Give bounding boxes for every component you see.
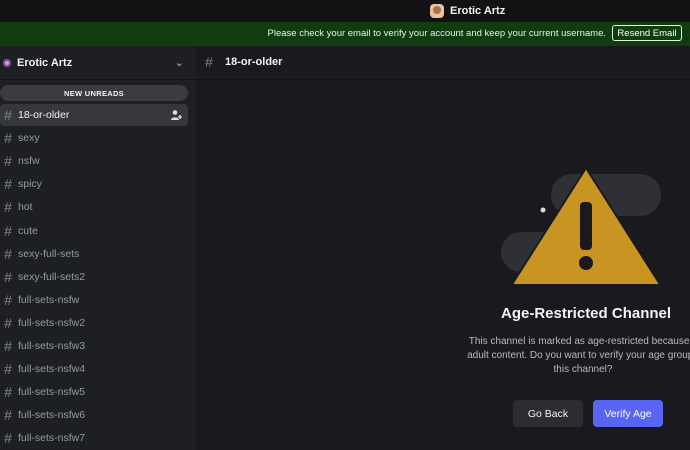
hash-icon: # bbox=[4, 407, 12, 424]
sparkle-dot bbox=[540, 207, 546, 213]
new-unreads-pill[interactable]: NEW UNREADS bbox=[0, 85, 188, 101]
channel-item[interactable]: # sexy-full-sets bbox=[0, 243, 188, 265]
channel-label: sexy bbox=[18, 132, 40, 145]
resend-email-button[interactable]: Resend Email bbox=[612, 25, 682, 41]
channel-item[interactable]: #18-or-older bbox=[0, 104, 188, 126]
hash-icon: # bbox=[4, 314, 12, 331]
window-title: Erotic Artz bbox=[430, 3, 505, 19]
channel-item[interactable]: # full-sets-nsfw4 bbox=[0, 358, 188, 380]
channel-label: hot bbox=[18, 201, 33, 214]
channel-item[interactable]: # full-sets-nsfw7 bbox=[0, 427, 188, 449]
channel-title: 18-or-older bbox=[225, 56, 283, 68]
hash-icon: # bbox=[4, 153, 12, 170]
channel-item[interactable]: # sexy bbox=[0, 127, 188, 149]
description-line-3: this channel? bbox=[553, 364, 613, 375]
exclamation-bar bbox=[580, 202, 592, 250]
verify-age-button[interactable]: Verify Age bbox=[593, 400, 663, 427]
window-title-text: Erotic Artz bbox=[450, 5, 506, 17]
age-restricted-description: This channel is marked as age-restricted… bbox=[445, 335, 690, 377]
channel-item[interactable]: # full-sets-nsfw6 bbox=[0, 404, 188, 426]
hash-icon: # bbox=[4, 430, 12, 447]
hash-icon: # bbox=[4, 130, 12, 147]
guild-header[interactable]: Erotic Artz ⌄ bbox=[0, 46, 196, 80]
hash-icon: # bbox=[4, 361, 12, 378]
go-back-button[interactable]: Go Back bbox=[513, 400, 583, 427]
channel-label: full-sets-nsfw bbox=[18, 293, 80, 306]
channel-item[interactable]: # full-sets-nsfw3 bbox=[0, 335, 188, 357]
channel-item[interactable]: # sexy-full-sets2 bbox=[0, 266, 188, 288]
channel-item[interactable]: # hot bbox=[0, 196, 188, 218]
channel-label: full-sets-nsfw2 bbox=[18, 316, 86, 329]
channel-label: cute bbox=[18, 224, 38, 237]
channel-label: full-sets-nsfw6 bbox=[18, 409, 86, 422]
add-member-icon[interactable] bbox=[170, 109, 182, 121]
server-avatar-icon bbox=[430, 4, 444, 18]
channel-label: full-sets-nsfw4 bbox=[18, 363, 86, 376]
channel-label: spicy bbox=[18, 178, 42, 191]
warning-illustration bbox=[501, 166, 661, 284]
exclamation-dot bbox=[579, 256, 593, 270]
hash-icon: # bbox=[4, 338, 12, 354]
hash-icon: # bbox=[4, 176, 12, 193]
description-line-2: adult content. Do you want to verify you… bbox=[467, 350, 690, 361]
channel-item[interactable]: # full-sets-nsfw2 bbox=[0, 312, 188, 334]
channel-item[interactable]: # spicy bbox=[0, 173, 188, 195]
hash-icon: # bbox=[205, 54, 213, 70]
channel-label: nsfw bbox=[18, 155, 40, 168]
guild-name: Erotic Artz bbox=[17, 57, 73, 69]
main-panel: # 18-or-older Age-Restricted Channel Thi… bbox=[196, 46, 690, 450]
hash-icon: # bbox=[4, 222, 12, 239]
channel-header: # 18-or-older bbox=[196, 46, 690, 80]
channel-label: 18-or-older bbox=[18, 109, 70, 121]
channel-label: full-sets-nsfw3 bbox=[18, 340, 86, 352]
verify-email-notice: Please check your email to verify your a… bbox=[0, 22, 690, 46]
channel-item[interactable]: # full-sets-nsfw bbox=[0, 289, 188, 311]
chevron-down-icon[interactable]: ⌄ bbox=[175, 56, 184, 69]
description-line-1: This channel is marked as age-restricted… bbox=[468, 336, 690, 347]
channel-item[interactable]: # cute bbox=[0, 220, 188, 242]
hash-icon: # bbox=[4, 245, 12, 262]
hash-icon: # bbox=[4, 107, 12, 123]
title-bar: Erotic Artz bbox=[0, 0, 690, 22]
channel-sidebar: Erotic Artz ⌄ nsfw-all-in-ai-lost NEW UN… bbox=[0, 46, 196, 450]
hash-icon: # bbox=[4, 291, 12, 308]
hash-icon: # bbox=[4, 268, 12, 285]
hash-icon: # bbox=[4, 199, 12, 216]
channel-label: full-sets-nsfw5 bbox=[18, 386, 86, 399]
hash-icon: # bbox=[4, 384, 12, 401]
channel-label: sexy-full-sets bbox=[18, 247, 80, 260]
guild-icon bbox=[3, 59, 11, 67]
channel-label: full-sets-nsfw7 bbox=[18, 432, 86, 445]
channel-label: sexy-full-sets2 bbox=[18, 270, 86, 283]
channel-item[interactable]: # nsfw bbox=[0, 150, 188, 172]
notice-message: Please check your email to verify your a… bbox=[267, 28, 606, 39]
age-restricted-title: Age-Restricted Channel bbox=[501, 305, 672, 322]
new-unreads-label: NEW UNREADS bbox=[64, 88, 124, 98]
channel-item[interactable]: # full-sets-nsfw5 bbox=[0, 381, 188, 403]
